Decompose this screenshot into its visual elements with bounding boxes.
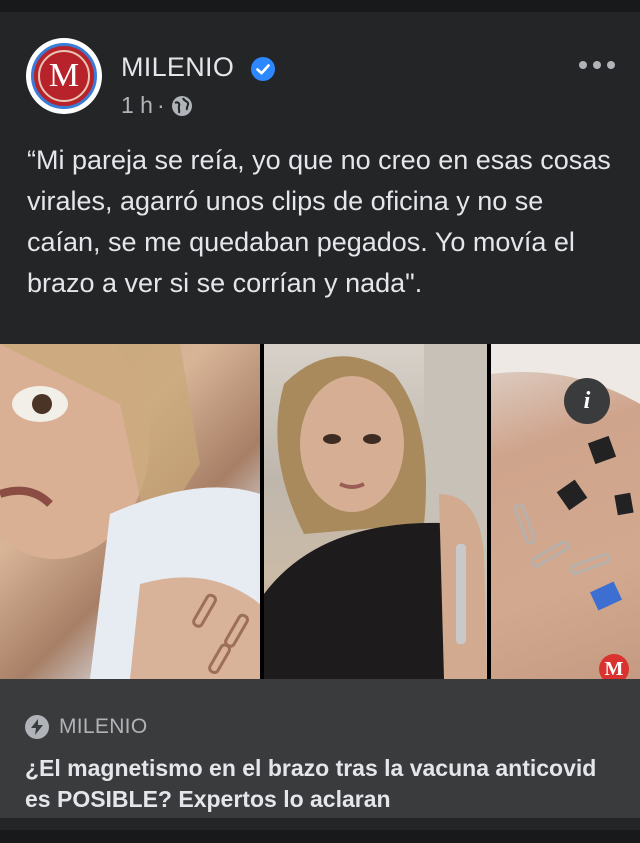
post-header: M MILENIO 1 h · bbox=[0, 12, 640, 122]
avatar[interactable]: M bbox=[26, 38, 102, 114]
bolt-icon bbox=[25, 715, 49, 739]
post-meta: 1 h · bbox=[121, 92, 193, 119]
link-source: MILENIO bbox=[59, 715, 148, 738]
post-time[interactable]: 1 h bbox=[121, 92, 153, 119]
link-preview[interactable]: MILENIO ¿El magnetismo en el brazo tras … bbox=[0, 679, 640, 818]
meta-separator: · bbox=[156, 92, 165, 118]
image-panel-left bbox=[0, 344, 260, 679]
verified-badge-icon bbox=[251, 57, 275, 81]
woman-arm-photo bbox=[0, 344, 260, 679]
page-name[interactable]: MILENIO bbox=[121, 52, 234, 83]
post-text: “Mi pareja se reía, yo que no creo en es… bbox=[27, 145, 619, 298]
link-source-row: MILENIO bbox=[25, 715, 147, 739]
top-bar bbox=[0, 0, 640, 12]
more-options-icon[interactable] bbox=[577, 58, 617, 72]
globe-icon bbox=[171, 95, 192, 116]
post-image[interactable] bbox=[0, 344, 640, 679]
avatar-letter: M bbox=[38, 50, 90, 102]
image-panel-center bbox=[264, 344, 487, 679]
avatar-badge: M bbox=[31, 43, 97, 109]
woman-portrait-photo bbox=[264, 344, 487, 679]
link-headline[interactable]: ¿El magnetismo en el brazo tras la vacun… bbox=[25, 753, 625, 815]
info-icon[interactable]: i bbox=[564, 378, 610, 424]
